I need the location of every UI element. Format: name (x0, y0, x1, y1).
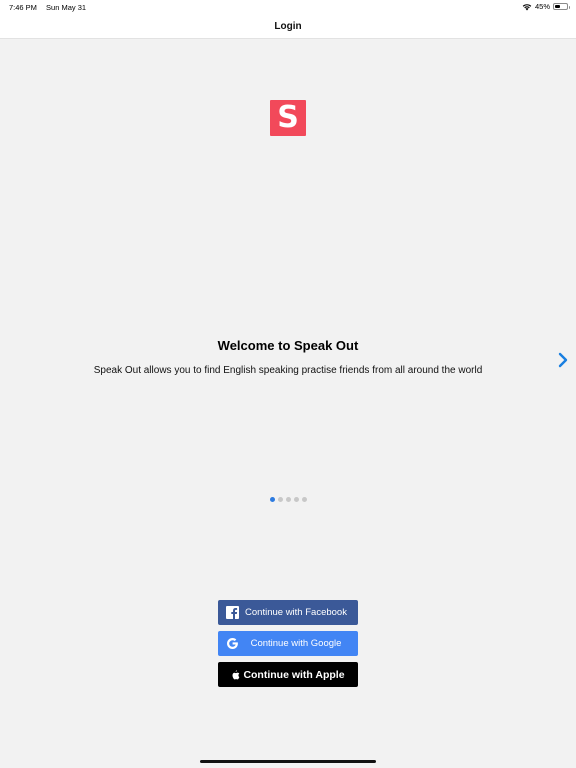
status-left: 7:46 PM Sun May 31 (9, 3, 93, 12)
status-date: Sun May 31 (46, 3, 87, 12)
status-right: 45% (522, 2, 570, 11)
page-indicator[interactable] (0, 497, 576, 502)
continue-with-facebook-button[interactable]: Continue with Facebook (218, 600, 358, 625)
page-dot-5[interactable] (301, 497, 307, 502)
chevron-right-icon[interactable] (557, 352, 569, 368)
logo-letter: S (277, 100, 299, 135)
nav-bar: Login (0, 14, 576, 39)
facebook-button-label: Continue with Facebook (245, 607, 347, 618)
status-time: 7:46 PM (9, 3, 37, 12)
onboarding-description: Speak Out allows you to find English spe… (93, 365, 483, 376)
continue-with-apple-button[interactable]: Continue with Apple (218, 662, 358, 687)
apple-icon (232, 669, 240, 679)
app-logo: S (270, 100, 306, 136)
page-dot-1[interactable] (269, 497, 275, 502)
battery-percent: 45% (534, 2, 550, 11)
facebook-icon (226, 606, 239, 619)
battery-level (555, 5, 560, 8)
page-title: Login (274, 20, 302, 32)
page-dot-2[interactable] (277, 497, 283, 502)
battery-nub (568, 6, 570, 9)
apple-button-label: Continue with Apple (243, 668, 345, 681)
wifi-icon (522, 3, 532, 10)
onboarding-title: Welcome to Speak Out (217, 338, 359, 353)
page-dot-4[interactable] (293, 497, 299, 502)
google-button-label: Continue with Google (250, 638, 342, 649)
status-bar: 7:46 PM Sun May 31 45% (0, 0, 576, 14)
battery-icon (553, 3, 570, 10)
home-indicator[interactable] (200, 760, 376, 763)
page-dot-3[interactable] (285, 497, 291, 502)
google-icon (227, 638, 238, 649)
continue-with-google-button[interactable]: Continue with Google (218, 631, 358, 656)
